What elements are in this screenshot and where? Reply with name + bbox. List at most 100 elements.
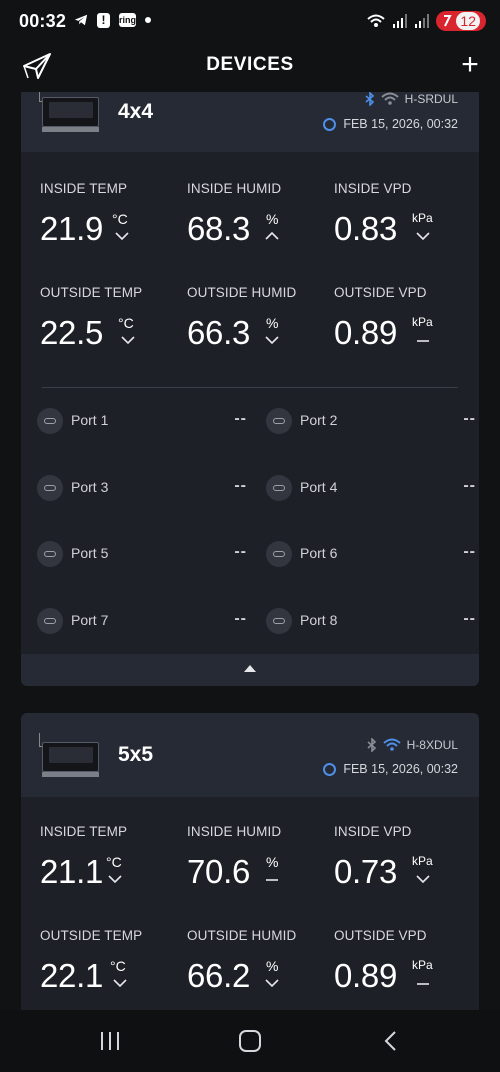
metric-inside-humid[interactable]: INSIDE HUMID 68.3 % — [187, 181, 327, 250]
port-label: Port 6 — [300, 545, 338, 561]
metric-unit: kPa — [412, 854, 433, 868]
port-item[interactable]: Port 7 -- — [37, 606, 247, 636]
metric-outside-temp[interactable]: OUTSIDE TEMP 22.5 °C — [40, 285, 180, 354]
battery-indicator: 12 — [436, 11, 486, 31]
wifi-name: H-SRDUL — [404, 92, 458, 106]
port-item[interactable]: Port 1 -- — [37, 406, 247, 436]
device-card[interactable]: 5x5 H-8XDUL FEB 15, 2026, 00:32 INSIDE T… — [21, 713, 479, 1010]
last-updated: FEB 15, 2026, 00:32 — [343, 762, 458, 776]
port-item[interactable]: Port 6 -- — [266, 539, 476, 569]
metric-label: OUTSIDE HUMID — [187, 928, 297, 943]
back-button[interactable] — [380, 1029, 402, 1053]
metric-unit: kPa — [412, 315, 433, 329]
metric-outside-vpd[interactable]: OUTSIDE VPD 0.89 kPa — [334, 285, 474, 354]
port-value: -- — [463, 610, 476, 627]
metric-value: 21.1 — [40, 853, 104, 890]
metric-outside-vpd[interactable]: OUTSIDE VPD 0.89 kPa — [334, 928, 474, 997]
metric-unit: % — [266, 854, 279, 870]
device-card[interactable]: 4x4 H-SRDUL FEB 15, 2026, 00:32 INSIDE T… — [21, 92, 479, 686]
port-label: Port 5 — [71, 545, 109, 561]
metric-inside-vpd[interactable]: INSIDE VPD 0.83 kPa — [334, 181, 474, 250]
metric-label: INSIDE HUMID — [187, 824, 282, 839]
port-item[interactable]: Port 3 -- — [37, 473, 247, 503]
metric-inside-temp[interactable]: INSIDE TEMP 21.9 °C — [40, 181, 180, 250]
metric-unit: °C — [110, 958, 126, 974]
port-icon — [266, 475, 292, 501]
recent-apps-button[interactable] — [100, 1032, 122, 1052]
metric-value: 0.89 — [334, 314, 398, 351]
trend-down-icon — [121, 336, 135, 345]
metric-value: 66.3 — [187, 314, 251, 351]
signal-2-icon — [415, 14, 430, 28]
device-card-header[interactable]: 4x4 H-SRDUL FEB 15, 2026, 00:32 — [21, 92, 479, 152]
metric-label: INSIDE TEMP — [40, 824, 128, 839]
metric-value: 21.9 — [40, 210, 104, 247]
port-item[interactable]: Port 8 -- — [266, 606, 476, 636]
metric-label: OUTSIDE VPD — [334, 285, 427, 300]
telegram-icon — [74, 14, 88, 26]
caret-up-icon — [244, 665, 256, 672]
metric-value: 68.3 — [187, 210, 251, 247]
metric-value: 0.89 — [334, 957, 398, 994]
port-value: -- — [463, 410, 476, 427]
controller-image-icon — [39, 92, 99, 132]
sync-status-icon — [323, 762, 337, 776]
wifi-calling-icon — [367, 14, 386, 27]
port-value: -- — [234, 410, 247, 427]
port-value: -- — [234, 610, 247, 627]
wifi-name: H-8XDUL — [406, 738, 458, 752]
metric-inside-vpd[interactable]: INSIDE VPD 0.73 kPa — [334, 824, 474, 893]
device-card-header[interactable]: 5x5 H-8XDUL FEB 15, 2026, 00:32 — [21, 713, 479, 797]
port-item[interactable]: Port 4 -- — [266, 473, 476, 503]
port-value: -- — [234, 543, 247, 560]
trend-down-icon — [416, 875, 430, 884]
metric-unit: % — [266, 958, 279, 974]
metric-unit: °C — [118, 315, 134, 331]
metric-unit: % — [266, 211, 279, 227]
metric-inside-humid[interactable]: INSIDE HUMID 70.6 % — [187, 824, 327, 893]
last-updated: FEB 15, 2026, 00:32 — [343, 117, 458, 131]
metric-outside-temp[interactable]: OUTSIDE TEMP 22.1 °C — [40, 928, 180, 997]
port-value: -- — [234, 477, 247, 494]
ring-app-icon: ring — [119, 13, 136, 27]
trend-up-icon — [265, 231, 279, 240]
port-label: Port 1 — [71, 412, 109, 428]
metric-outside-humid[interactable]: OUTSIDE HUMID 66.3 % — [187, 285, 327, 354]
sync-status-icon — [323, 117, 337, 131]
app-header: DEVICES + — [0, 44, 500, 92]
metric-label: OUTSIDE VPD — [334, 928, 427, 943]
collapse-ports-button[interactable] — [21, 654, 479, 686]
wifi-icon — [380, 92, 399, 105]
port-value: -- — [463, 543, 476, 560]
battery-level: 12 — [456, 12, 480, 30]
port-item[interactable]: Port 5 -- — [37, 539, 247, 569]
metric-value: 0.83 — [334, 210, 398, 247]
device-name: 5x5 — [118, 743, 154, 766]
port-label: Port 2 — [300, 412, 338, 428]
device-list[interactable]: 4x4 H-SRDUL FEB 15, 2026, 00:32 INSIDE T… — [0, 92, 500, 1010]
home-button[interactable] — [239, 1030, 261, 1052]
add-device-button[interactable]: + — [456, 48, 484, 82]
metric-value: 22.1 — [40, 957, 104, 994]
metric-unit: kPa — [412, 958, 433, 972]
trend-flat-icon — [417, 340, 429, 342]
battery-icon — [444, 15, 453, 27]
trend-down-icon — [265, 336, 279, 345]
port-icon — [266, 608, 292, 634]
signal-1-icon — [393, 14, 408, 28]
port-item[interactable]: Port 2 -- — [266, 406, 476, 436]
port-label: Port 7 — [71, 612, 109, 628]
port-icon — [37, 408, 63, 434]
trend-flat-icon — [417, 983, 429, 985]
metric-label: OUTSIDE HUMID — [187, 285, 297, 300]
metric-label: OUTSIDE TEMP — [40, 285, 143, 300]
port-icon — [266, 408, 292, 434]
port-label: Port 8 — [300, 612, 338, 628]
status-time: 00:32 — [19, 11, 67, 31]
metric-inside-temp[interactable]: INSIDE TEMP 21.1 °C — [40, 824, 180, 893]
metric-unit: kPa — [412, 211, 433, 225]
port-label: Port 4 — [300, 479, 338, 495]
metric-outside-humid[interactable]: OUTSIDE HUMID 66.2 % — [187, 928, 327, 997]
status-bar: 00:32 ! ring 12 — [0, 0, 500, 44]
metric-unit: °C — [112, 211, 128, 227]
